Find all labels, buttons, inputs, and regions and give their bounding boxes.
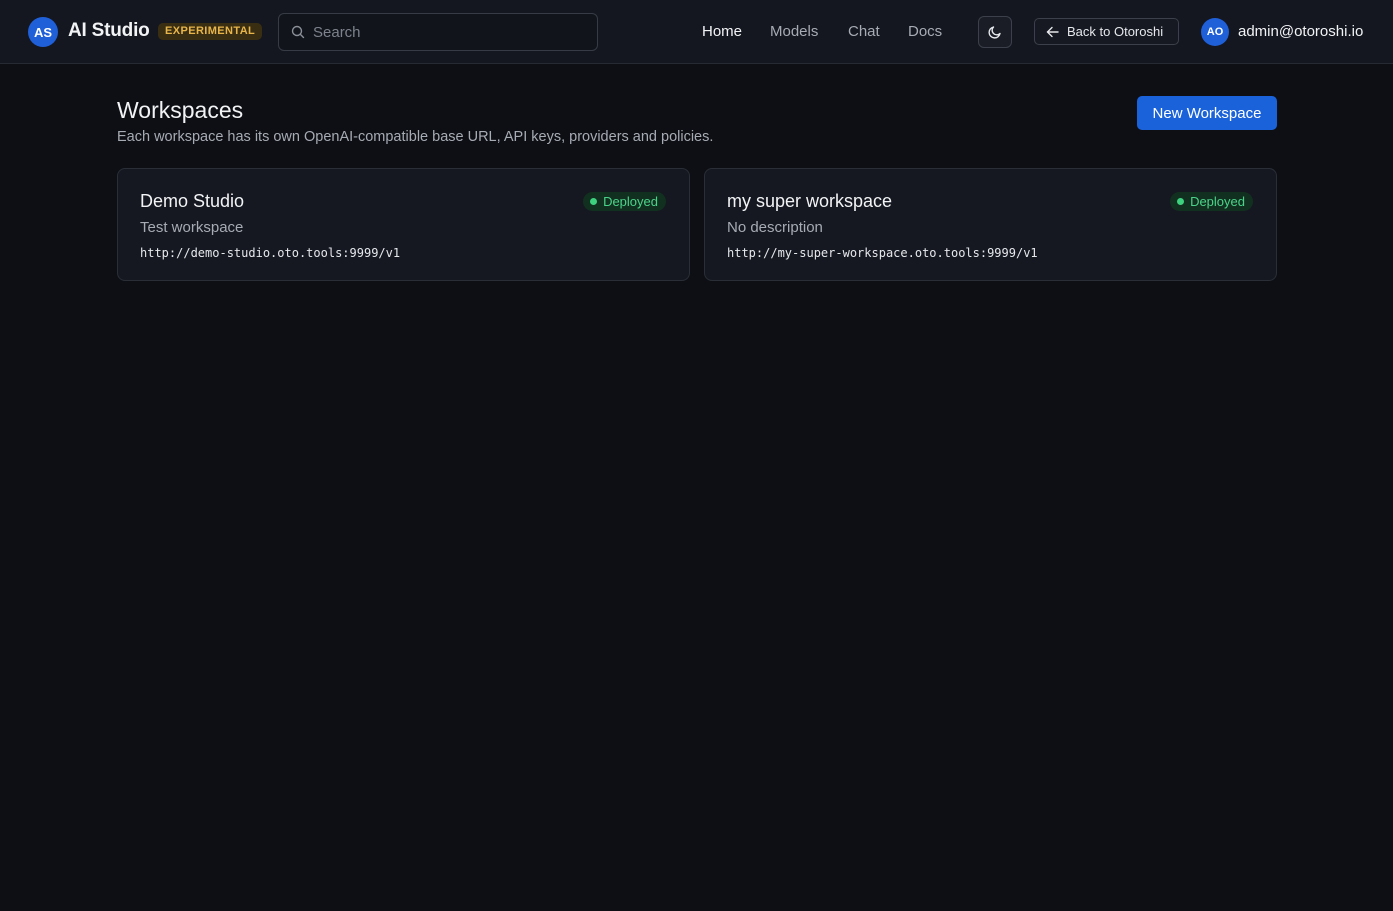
back-to-otoroshi-button[interactable]: Back to Otoroshi [1034,18,1179,45]
workspace-name: Demo Studio [140,191,245,211]
user-email[interactable]: admin@otoroshi.io [1238,23,1363,40]
back-button-label: Back to Otoroshi [1067,24,1164,39]
status-label: Deployed [603,194,658,209]
user-avatar[interactable]: AO [1201,18,1229,46]
page-title: Workspaces [117,97,244,123]
experimental-badge: EXPERIMENTAL [158,23,263,40]
search-box[interactable] [278,13,598,51]
moon-icon [988,26,1001,39]
top-navigation-bar: AS AI Studio EXPERIMENTAL Home Models Ch… [0,0,1393,64]
app-title[interactable]: AI Studio [68,20,150,42]
workspace-description: Test workspace [140,219,244,236]
page-subtitle: Each workspace has its own OpenAI-compat… [117,129,714,145]
nav-models[interactable]: Models [770,23,818,40]
status-dot-icon [1177,198,1185,205]
nav-home[interactable]: Home [702,23,742,40]
arrow-left-icon [1046,26,1059,37]
new-workspace-button[interactable]: New Workspace [1137,96,1277,130]
status-dot-icon [590,198,598,205]
search-icon [291,25,305,39]
workspace-description: No description [727,219,823,236]
workspace-name: my super workspace [727,191,893,211]
workspace-base-url: http://demo-studio.oto.tools:9999/v1 [140,246,401,260]
status-badge: Deployed [583,192,666,211]
status-label: Deployed [1190,194,1245,209]
nav-docs[interactable]: Docs [908,23,942,40]
workspace-card[interactable]: Demo Studio Test workspace http://demo-s… [117,168,690,281]
app-logo[interactable]: AS [28,17,58,47]
workspace-base-url: http://my-super-workspace.oto.tools:9999… [727,246,1038,260]
theme-toggle-button[interactable] [978,16,1012,48]
nav-chat[interactable]: Chat [848,23,880,40]
status-badge: Deployed [1170,192,1253,211]
workspace-card[interactable]: my super workspace No description http:/… [704,168,1277,281]
search-input[interactable] [313,15,593,49]
